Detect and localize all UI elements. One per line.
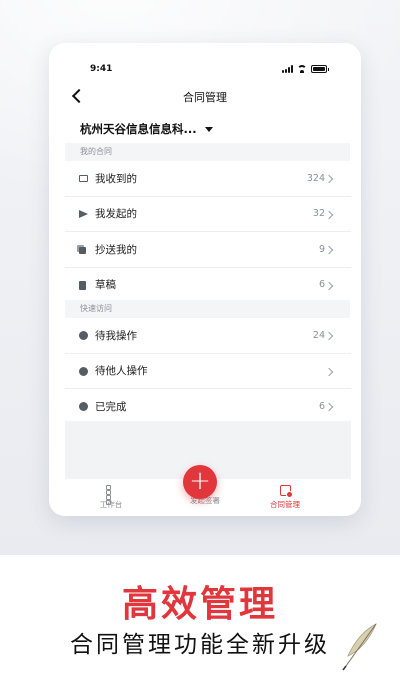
draft-icon [79,280,86,290]
feather-pen-icon [342,623,377,671]
list-item-pending-others[interactable]: 待他人操作 [65,354,351,389]
tab-workbench[interactable]: 工作台 [76,485,146,510]
send-icon [79,209,88,218]
section-header-my-contracts: 我的合同 [65,143,350,161]
chevron-right-icon [324,245,334,255]
more-dots-icon [79,366,88,376]
signal-icon [282,65,293,73]
list-item-label: 我发起的 [95,208,137,221]
list-item-label: 已完成 [95,400,127,413]
page-title: 合同管理 [183,91,227,104]
quick-access-list: 待我操作 24 待他人操作 已完成 6 [65,318,351,424]
list-item-draft[interactable]: 草稿 6 [65,268,351,303]
chevron-right-icon [324,210,334,219]
company-selector[interactable]: 杭州天谷信息信息科... [80,120,213,138]
section-header-quick-access: 快速访问 [65,300,350,318]
contract-doc-icon [279,485,293,498]
tab-label: 工作台 [99,500,123,509]
chevron-right-icon [324,174,334,184]
list-item-label: 抄送我的 [95,243,137,256]
check-circle-icon [79,402,88,411]
list-item-received[interactable]: 我收到的 324 [65,161,351,197]
clock-icon [79,331,88,340]
inbox-icon [79,175,88,182]
grid-icon [105,485,117,505]
list-item-sent[interactable]: 我发起的 32 [65,197,351,232]
caret-down-icon [204,126,213,132]
list-item-label: 我收到的 [95,172,137,185]
status-bar: 9:41 [49,43,361,77]
list-item-count: 24 [312,329,325,341]
list-item-label: 待他人操作 [95,365,148,378]
nav-bar: 合同管理 [49,81,361,111]
list-item-completed[interactable]: 已完成 6 [65,389,351,424]
list-item-label: 待我操作 [95,329,137,342]
list-item-count: 324 [306,172,325,184]
promo-headline: 高效管理 [121,584,278,625]
chevron-right-icon [324,281,334,290]
status-time: 9:41 [90,64,113,74]
chevron-right-icon [324,402,334,412]
list-item-label: 草稿 [95,279,116,292]
add-button[interactable]: + [183,465,217,499]
battery-icon [311,65,329,73]
chevron-right-icon [324,367,334,376]
copy-icon [79,247,86,254]
list-item-count: 32 [312,208,325,220]
chevron-right-icon [324,331,334,341]
list-item-cc[interactable]: 抄送我的 9 [65,232,351,268]
company-name: 杭州天谷信息信息科... [80,122,197,136]
list-item-pending-me[interactable]: 待我操作 24 [65,318,351,354]
tab-contract-management[interactable]: 合同管理 [250,485,320,510]
my-contracts-list: 我收到的 324 我发起的 32 抄送我的 9 草稿 6 [65,161,351,302]
phone-mockup: 9:41 合同管理 杭州天谷信息信息科... 我的合同 我收到的 324 我发起… [49,43,361,516]
wifi-icon [297,65,307,73]
tab-label: 合同管理 [270,500,300,509]
